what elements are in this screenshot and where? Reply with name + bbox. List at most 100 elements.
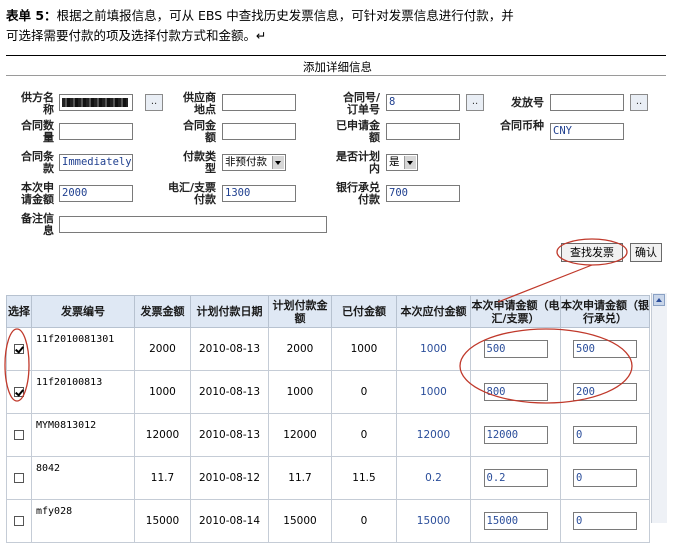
contract-lov-button[interactable]: .. [466, 94, 484, 111]
due-amount-cell: 15000 [396, 499, 471, 543]
wire-request-cell: 0.2 [470, 456, 561, 500]
contract-amount-field[interactable] [222, 123, 296, 140]
planned-select[interactable]: 是 [386, 154, 418, 171]
instruction-line-1: 根据之前填报信息，可从 EBS 中查找历史发票信息，可针对发票信息进行付款，并 [56, 8, 514, 23]
release-lov-button[interactable]: .. [630, 94, 648, 111]
planned-date-cell: 2010-08-13 [190, 413, 269, 457]
select-cell [6, 499, 32, 543]
chevron-down-icon [272, 156, 284, 169]
supply-location-field[interactable] [222, 94, 296, 111]
form-title: 添加详细信息 [303, 60, 372, 74]
wire-request-input[interactable]: 12000 [483, 426, 548, 444]
col-wire-request-header: 本次申请金额（电汇/支票） [470, 295, 561, 328]
table-scrollbar[interactable] [651, 293, 667, 523]
payment-type-label: 付款类型 [183, 150, 216, 175]
terms-field[interactable]: Immediately [59, 154, 133, 171]
bank-request-cell: 0 [560, 413, 650, 457]
bank-request-input[interactable]: 200 [573, 383, 637, 401]
invoice-no-cell: 11f20100813 [31, 370, 135, 414]
wire-payment-field[interactable]: 1300 [222, 185, 296, 202]
bank-request-cell: 0 [560, 499, 650, 543]
planned-date-cell: 2010-08-13 [190, 327, 269, 371]
invoice-no-cell: 11f2010081301 [31, 327, 135, 371]
bank-payment-field[interactable]: 700 [386, 185, 460, 202]
invoice-amount-cell: 15000 [134, 499, 191, 543]
section-divider-top [6, 55, 666, 56]
bank-request-input[interactable]: 0 [573, 512, 637, 530]
paid-amount-cell: 1000 [331, 327, 397, 371]
requested-amount-field[interactable] [386, 123, 460, 140]
row-checkbox[interactable] [14, 516, 24, 526]
bank-request-input[interactable]: 500 [573, 340, 637, 358]
wire-request-input[interactable]: 0.2 [483, 469, 548, 487]
remark-field[interactable] [59, 216, 327, 233]
wire-request-input[interactable]: 500 [483, 340, 548, 358]
row-checkbox[interactable] [14, 387, 24, 397]
paid-amount-cell: 0 [331, 499, 397, 543]
supplier-lov-button[interactable]: .. [145, 94, 163, 111]
paid-amount-cell: 0 [331, 370, 397, 414]
scroll-up-icon[interactable] [653, 294, 665, 306]
instruction-line-2: 可选择需要付款的项及选择付款方式和金额。↵ [6, 28, 267, 43]
table-row: 11f2010081301 2000 2010-08-13 2000 1000 1000 5… [6, 327, 650, 371]
invoice-no-cell: 8042 [31, 456, 135, 500]
contract-no-label: 合同号/订单号 [342, 91, 380, 116]
section-divider [6, 75, 666, 76]
planned-amount-cell: 1000 [268, 370, 332, 414]
planned-date-cell: 2010-08-12 [190, 456, 269, 500]
bank-request-cell: 500 [560, 327, 650, 371]
planned-date-cell: 2010-08-14 [190, 499, 269, 543]
bank-request-input[interactable]: 0 [573, 469, 637, 487]
select-cell [6, 413, 32, 457]
wire-request-input[interactable]: 800 [483, 383, 548, 401]
row-checkbox[interactable] [14, 430, 24, 440]
planned-label: 是否计划内 [336, 150, 380, 175]
current-request-label: 本次申请金额 [21, 181, 54, 206]
supply-location-label: 供应商地点 [183, 91, 216, 116]
row-checkbox[interactable] [14, 473, 24, 483]
paid-amount-cell: 0 [331, 413, 397, 457]
remark-label: 备注信息 [21, 212, 54, 237]
contract-qty-field[interactable] [59, 123, 133, 140]
invoice-amount-cell: 2000 [134, 327, 191, 371]
due-amount-cell: 12000 [396, 413, 471, 457]
row-checkbox[interactable] [14, 344, 24, 354]
invoice-amount-cell: 12000 [134, 413, 191, 457]
table-row: 11f20100813 1000 2010-08-13 1000 0 1000 800 200 [6, 370, 650, 414]
current-request-field[interactable]: 2000 [59, 185, 133, 202]
wire-request-input[interactable]: 15000 [483, 512, 548, 530]
col-paid-amount-header: 已付金额 [331, 295, 397, 328]
contract-amount-label: 合同金额 [183, 119, 216, 144]
due-amount-cell: 0.2 [396, 456, 471, 500]
wire-payment-label: 电汇/支票付款 [167, 181, 216, 206]
planned-date-cell: 2010-08-13 [190, 370, 269, 414]
bank-request-input[interactable]: 0 [573, 426, 637, 444]
supplier-name-field[interactable] [59, 94, 133, 111]
col-invoice-no-header: 发票编号 [31, 295, 135, 328]
col-planned-amount-header: 计划付款金额 [268, 295, 332, 328]
paid-amount-cell: 11.5 [331, 456, 397, 500]
planned-amount-cell: 15000 [268, 499, 332, 543]
col-invoice-amount-header: 发票金额 [134, 295, 191, 328]
payment-type-select[interactable]: 非预付款 [222, 154, 286, 171]
table-header-row: 选择 发票编号 发票金额 计划付款日期 计划付款金额 已付金额 本次应付金额 本… [6, 295, 650, 328]
col-bank-request-header: 本次申请金额（银行承兑） [560, 295, 650, 328]
supplier-name-label: 供方名称 [21, 91, 54, 116]
col-planned-date-header: 计划付款日期 [190, 295, 269, 328]
release-no-field[interactable] [550, 94, 624, 111]
select-cell [6, 456, 32, 500]
wire-request-cell: 12000 [470, 413, 561, 457]
currency-label: 合同币种 [500, 119, 544, 132]
col-select-header: 选择 [6, 295, 32, 328]
contract-no-field[interactable]: 8 [386, 94, 460, 111]
find-invoice-button[interactable]: 查找发票 [561, 243, 623, 262]
bank-payment-label: 银行承兑付款 [336, 181, 380, 206]
due-amount-cell: 1000 [396, 327, 471, 371]
invoice-no-cell: mfy028 [31, 499, 135, 543]
select-cell [6, 370, 32, 414]
confirm-button[interactable]: 确认 [630, 243, 662, 262]
currency-field[interactable]: CNY [550, 123, 624, 140]
release-no-label: 发放号 [511, 96, 544, 109]
table-row: mfy028 15000 2010-08-14 15000 0 15000 15000 0 [6, 499, 650, 543]
instruction-text: 表单 5：根据之前填报信息，可从 EBS 中查找历史发票信息，可针对发票信息进行… [6, 6, 666, 46]
